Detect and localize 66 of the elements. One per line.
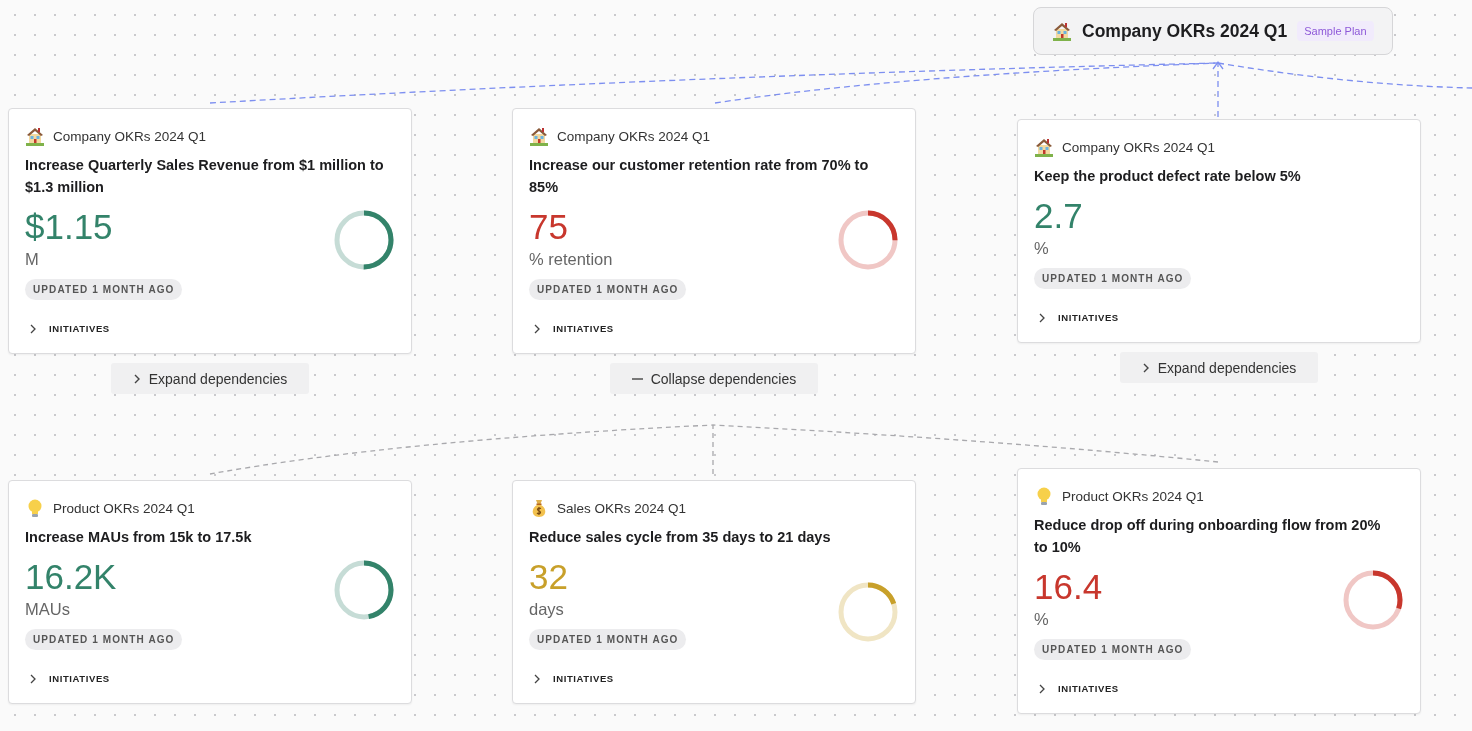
metric-value: 75 bbox=[529, 208, 568, 246]
objective-card[interactable]: Sales OKRs 2024 Q1 Reduce sales cycle from 35 days to 21 days 32 days UPDATED 1 MONTH AGO INITIATIVES bbox=[512, 480, 916, 704]
house-icon bbox=[1034, 137, 1054, 157]
dependencies-button[interactable]: Collapse dependencies bbox=[609, 363, 819, 394]
progress-ring bbox=[333, 209, 395, 271]
chevron-icon bbox=[533, 673, 541, 684]
objective-title: Increase MAUs from 15k to 17.5k bbox=[25, 528, 253, 547]
metric-value: 32 bbox=[529, 558, 568, 596]
progress-ring bbox=[333, 559, 395, 621]
progress-ring bbox=[837, 209, 899, 271]
metric-unit: % retention bbox=[529, 250, 613, 269]
plan-name: Company OKRs 2024 Q1 bbox=[1062, 139, 1216, 155]
house-icon bbox=[25, 126, 45, 146]
chevron-icon bbox=[1038, 312, 1046, 323]
chevron-icon bbox=[29, 673, 37, 684]
objective-title: Keep the product defect rate below 5% bbox=[1034, 167, 1302, 186]
metric-value: 2.7 bbox=[1034, 197, 1083, 235]
objective-card[interactable]: Company OKRs 2024 Q1 Increase Quarterly Sales Revenue from $1 million to $1.3 million $1.15 M UPDATED 1 MONTH AGO INITIATIVES bbox=[8, 108, 412, 354]
chevron-icon bbox=[1141, 362, 1150, 373]
objective-card[interactable]: Product OKRs 2024 Q1 Increase MAUs from 15k to 17.5k 16.2K MAUs UPDATED 1 MONTH AGO INITIATIVES bbox=[8, 480, 412, 704]
dependencies-button[interactable]: Expand dependencies bbox=[1119, 352, 1319, 383]
initiatives-toggle[interactable]: INITIATIVES bbox=[1034, 311, 1125, 324]
updated-tag: UPDATED 1 MONTH AGO bbox=[1034, 639, 1192, 660]
metric-value: 16.4 bbox=[1034, 568, 1103, 606]
objective-card[interactable]: Company OKRs 2024 Q1 Increase our customer retention rate from 70% to 85% 75 % retention UPDATED 1 MONTH AGO INITIATIVES bbox=[512, 108, 916, 354]
metric-value: 16.2K bbox=[25, 558, 117, 596]
updated-tag: UPDATED 1 MONTH AGO bbox=[25, 629, 183, 650]
metric-unit: M bbox=[25, 250, 39, 269]
dependencies-button[interactable]: Expand dependencies bbox=[110, 363, 310, 394]
plan-node[interactable]: Company OKRs 2024 Q1 Sample Plan bbox=[1033, 7, 1393, 55]
chevron-icon bbox=[29, 323, 37, 334]
chevron-icon bbox=[1038, 683, 1046, 694]
initiatives-toggle[interactable]: INITIATIVES bbox=[25, 322, 116, 335]
plan-name: Product OKRs 2024 Q1 bbox=[53, 500, 195, 516]
plan-name: Sales OKRs 2024 Q1 bbox=[557, 500, 687, 516]
chevron-icon bbox=[533, 323, 541, 334]
house-icon bbox=[529, 126, 549, 146]
arrowhead-icon bbox=[1212, 60, 1224, 70]
objective-title: Reduce sales cycle from 35 days to 21 days bbox=[529, 528, 832, 547]
updated-tag: UPDATED 1 MONTH AGO bbox=[529, 279, 687, 300]
progress-ring bbox=[1342, 569, 1404, 631]
objective-title: Reduce drop off during onboarding flow from 20% to 10% bbox=[1034, 516, 1382, 557]
metric-unit: % bbox=[1034, 239, 1049, 258]
objective-title: Increase Quarterly Sales Revenue from $1 million to $1.3 million bbox=[25, 156, 385, 197]
initiatives-toggle[interactable]: INITIATIVES bbox=[25, 672, 116, 685]
updated-tag: UPDATED 1 MONTH AGO bbox=[25, 279, 183, 300]
objective-title: Increase our customer retention rate from 70% to 85% bbox=[529, 156, 870, 197]
plan-name: Product OKRs 2024 Q1 bbox=[1062, 488, 1204, 504]
plan-name: Company OKRs 2024 Q1 bbox=[557, 128, 711, 144]
objective-card[interactable]: Product OKRs 2024 Q1 Reduce drop off during onboarding flow from 20% to 10% 16.4 % UPDATED 1 MONTH AGO INITIATIVES bbox=[1017, 468, 1421, 714]
updated-tag: UPDATED 1 MONTH AGO bbox=[529, 629, 687, 650]
house-icon bbox=[1052, 21, 1072, 41]
updated-tag: UPDATED 1 MONTH AGO bbox=[1034, 268, 1192, 289]
metric-unit: % bbox=[1034, 610, 1049, 629]
metric-unit: MAUs bbox=[25, 600, 70, 619]
initiatives-toggle[interactable]: INITIATIVES bbox=[529, 672, 620, 685]
plan-name: Company OKRs 2024 Q1 bbox=[53, 128, 207, 144]
sample-badge: Sample Plan bbox=[1297, 21, 1374, 41]
progress-ring bbox=[837, 581, 899, 643]
objective-card[interactable]: Company OKRs 2024 Q1 Keep the product defect rate below 5% 2.7 % UPDATED 1 MONTH AGO INITIATIVES bbox=[1017, 119, 1421, 343]
chevron-icon bbox=[132, 373, 141, 384]
initiatives-toggle[interactable]: INITIATIVES bbox=[529, 322, 620, 335]
metric-value: $1.15 bbox=[25, 208, 113, 246]
initiatives-toggle[interactable]: INITIATIVES bbox=[1034, 682, 1125, 695]
metric-unit: days bbox=[529, 600, 564, 619]
plan-title: Company OKRs 2024 Q1 bbox=[1082, 20, 1288, 42]
